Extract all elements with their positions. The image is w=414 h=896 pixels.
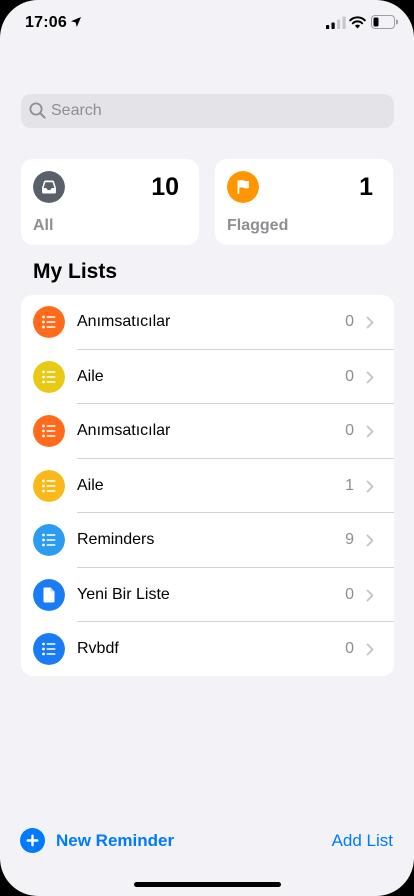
battery-icon xyxy=(371,15,398,29)
list-item[interactable]: Aile 1 xyxy=(21,459,394,513)
smart-list-all[interactable]: 10 All xyxy=(21,159,199,245)
list-count: 0 xyxy=(345,640,354,657)
list-bullet-icon xyxy=(33,306,65,338)
chevron-right-icon xyxy=(366,371,374,383)
list-name: Aile xyxy=(77,367,104,385)
reminders-screen: 17:06 Search 10 All 1 Flagged My Lists A… xyxy=(0,0,414,896)
chevron-right-icon xyxy=(366,534,374,547)
my-lists-heading: My Lists xyxy=(33,260,118,283)
search-bar[interactable] xyxy=(21,94,394,128)
list-bullet-icon xyxy=(33,524,65,556)
search-input[interactable] xyxy=(51,94,381,128)
list-count: 0 xyxy=(345,367,354,385)
list-count: 0 xyxy=(345,313,354,330)
wifi-icon xyxy=(349,16,366,29)
status-bar: 17:06 xyxy=(0,0,414,46)
search-icon xyxy=(29,102,46,119)
list-count: 0 xyxy=(345,585,354,603)
flagged-count: 1 xyxy=(359,173,373,201)
plus-circle-icon xyxy=(20,828,45,853)
home-indicator[interactable] xyxy=(134,882,281,887)
all-label: All xyxy=(33,217,54,234)
chevron-right-icon xyxy=(366,316,374,329)
document-icon xyxy=(33,578,65,611)
location-arrow-icon xyxy=(71,17,81,27)
list-item[interactable]: Rvbdf 0 xyxy=(21,622,394,676)
status-time: 17:06 xyxy=(25,14,67,31)
list-item[interactable]: Aile 0 xyxy=(21,350,394,404)
flagged-label: Flagged xyxy=(227,217,289,234)
list-name: Aile xyxy=(77,476,104,494)
list-name: Rvbdf xyxy=(77,640,119,657)
list-count: 9 xyxy=(345,531,354,548)
list-count: 1 xyxy=(345,476,354,494)
chevron-right-icon xyxy=(366,425,374,438)
list-count: 0 xyxy=(345,422,354,439)
new-reminder-label: New Reminder xyxy=(56,831,175,850)
smart-list-flagged[interactable]: 1 Flagged xyxy=(215,159,393,245)
chevron-right-icon xyxy=(366,643,374,656)
list-item[interactable]: Yeni Bir Liste 0 xyxy=(21,568,394,622)
list-item[interactable]: Anımsatıcılar 0 xyxy=(21,295,394,350)
list-bullet-icon xyxy=(33,360,65,393)
list-bullet-icon xyxy=(33,633,65,665)
chevron-right-icon xyxy=(366,480,374,492)
list-bullet-icon xyxy=(33,469,65,502)
list-item[interactable]: Reminders 9 xyxy=(21,513,394,568)
list-name: Reminders xyxy=(77,531,155,548)
all-count: 10 xyxy=(151,173,179,201)
my-lists-group: Anımsatıcılar 0 Aile 0 Anımsatıcılar 0 A… xyxy=(21,295,394,676)
list-name: Anımsatıcılar xyxy=(77,313,171,330)
list-name: Anımsatıcılar xyxy=(77,422,171,439)
list-item[interactable]: Anımsatıcılar 0 xyxy=(21,404,394,459)
chevron-right-icon xyxy=(366,589,374,601)
cellular-signal-icon xyxy=(326,16,346,29)
flag-icon xyxy=(227,171,259,203)
tray-icon xyxy=(33,171,65,203)
list-bullet-icon xyxy=(33,415,65,447)
add-list-button[interactable]: Add List xyxy=(332,831,393,851)
list-name: Yeni Bir Liste xyxy=(77,585,170,603)
